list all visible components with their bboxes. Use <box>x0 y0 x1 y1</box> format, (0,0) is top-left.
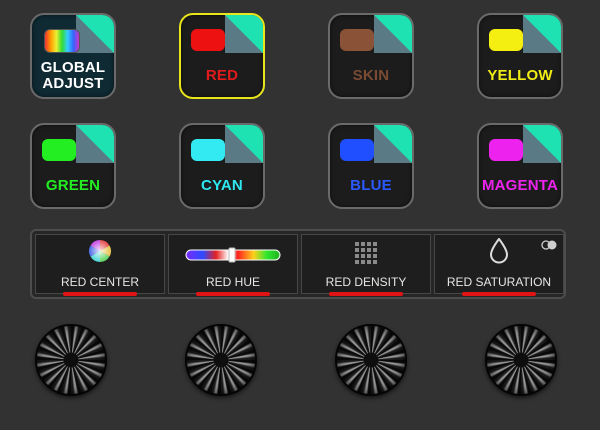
yellow-button[interactable]: YELLOW <box>477 13 563 99</box>
red-density-label: RED DENSITY <box>325 275 407 289</box>
corner-fold-icon <box>76 125 114 163</box>
color-wheel-icon <box>89 240 111 262</box>
red-saturation-value-bar <box>462 292 536 296</box>
knob-red-density[interactable] <box>335 324 407 396</box>
red-density-value-bar <box>329 292 403 296</box>
red-hue-value-bar <box>196 292 270 296</box>
red-saturation-control[interactable]: RED SATURATION <box>434 234 564 296</box>
droplet-icon <box>489 238 509 264</box>
red-hue-label: RED HUE <box>205 275 260 289</box>
skin-label: SKIN <box>352 67 390 84</box>
red-saturation-label: RED SATURATION <box>446 275 552 289</box>
magenta-swatch <box>489 139 523 161</box>
global-adjust-button[interactable]: GLOBAL ADJUST <box>30 13 116 99</box>
red-hue-control[interactable]: RED HUE <box>168 234 298 296</box>
skin-swatch <box>340 29 374 51</box>
cyan-label: CYAN <box>201 177 243 194</box>
hue-slider-icon <box>185 247 281 263</box>
red-center-label: RED CENTER <box>60 275 139 289</box>
yellow-swatch <box>489 29 523 51</box>
green-swatch <box>42 139 76 161</box>
magenta-label: MAGENTA <box>481 177 559 194</box>
green-button[interactable]: GREEN <box>30 123 116 209</box>
red-label: RED <box>205 67 239 84</box>
green-label: GREEN <box>45 177 101 194</box>
blue-button[interactable]: BLUE <box>328 123 414 209</box>
corner-fold-icon <box>374 15 412 53</box>
rainbow-swatch-icon <box>44 29 80 53</box>
red-center-control[interactable]: RED CENTER <box>35 234 165 296</box>
control-panel: RED CENTER RED HUE RED DENSITY RED SATUR… <box>30 229 566 299</box>
knob-red-saturation[interactable] <box>485 324 557 396</box>
knob-red-center[interactable] <box>35 324 107 396</box>
red-center-value-bar <box>63 292 137 296</box>
blue-label: BLUE <box>350 177 392 194</box>
skin-button[interactable]: SKIN <box>328 13 414 99</box>
knob-red-hue[interactable] <box>185 324 257 396</box>
red-button[interactable]: RED <box>179 13 265 99</box>
yellow-label: YELLOW <box>487 67 553 84</box>
cyan-button[interactable]: CYAN <box>179 123 265 209</box>
blue-swatch <box>340 139 374 161</box>
corner-fold-icon <box>76 15 114 53</box>
corner-fold-icon <box>225 125 263 163</box>
global-adjust-label: GLOBAL ADJUST <box>40 59 106 92</box>
red-density-control[interactable]: RED DENSITY <box>301 234 431 296</box>
corner-fold-icon <box>523 125 561 163</box>
density-grid-icon <box>355 242 377 264</box>
corner-fold-icon <box>374 125 412 163</box>
cyan-swatch <box>191 139 225 161</box>
corner-fold-icon <box>225 15 263 53</box>
corner-fold-icon <box>523 15 561 53</box>
toggle-circles-icon[interactable] <box>541 240 557 250</box>
red-swatch <box>191 29 225 51</box>
magenta-button[interactable]: MAGENTA <box>477 123 563 209</box>
